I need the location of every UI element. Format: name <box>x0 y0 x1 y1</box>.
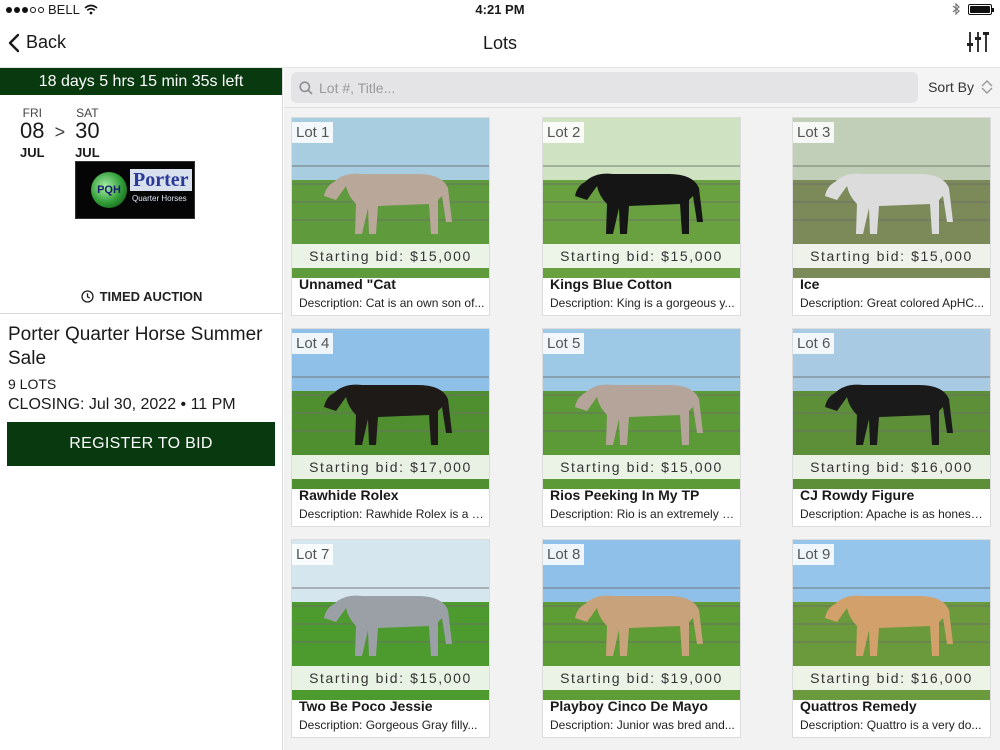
auction-type-label: TIMED AUCTION <box>99 289 203 304</box>
closing-time: CLOSING: Jul 30, 2022 • 11 PM <box>8 396 236 413</box>
starting-bid: Starting bid: $15,000 <box>292 244 489 268</box>
starting-bid: Starting bid: $16,000 <box>793 455 990 479</box>
sort-arrows-icon <box>981 80 993 94</box>
lot-title: Unnamed "Cat <box>299 276 396 292</box>
lot-number: Lot 1 <box>292 122 334 143</box>
lot-card[interactable]: Lot 3 Starting bid: $15,000 Ice Description… <box>792 117 991 316</box>
date-separator: > <box>54 122 66 142</box>
starting-bid: Starting bid: $15,000 <box>793 244 990 268</box>
lot-description: Description: Gorgeous Gray filly... <box>299 718 478 732</box>
lot-card[interactable]: Lot 6 Starting bid: $16,000 CJ Rowdy Figur… <box>792 328 991 527</box>
nav-bar: Back Lots <box>0 20 1000 68</box>
start-date: FRI 08 JUL <box>20 106 45 160</box>
battery-icon <box>968 3 994 15</box>
sort-by-button[interactable]: Sort By <box>928 79 994 95</box>
lot-description: Description: Rawhide Rolex is a s... <box>299 507 485 521</box>
lot-number: Lot 8 <box>543 544 585 565</box>
clock-icon <box>80 290 94 303</box>
search-input[interactable] <box>319 79 879 96</box>
start-month: JUL <box>20 145 45 160</box>
logo-wordmark: Porter <box>130 169 192 191</box>
lot-title: Ice <box>800 276 820 292</box>
sort-by-label: Sort By <box>928 79 974 95</box>
lot-title: Quattros Remedy <box>800 698 917 714</box>
search-icon <box>299 80 313 95</box>
seller-logo: PQH Porter Quarter Horses <box>75 161 195 219</box>
lot-card[interactable]: Lot 4 Starting bid: $17,000 Rawhide Rolex D… <box>291 328 490 527</box>
lot-description: Description: Cat is an own son of... <box>299 296 485 310</box>
lot-description: Description: Quattro is a very do... <box>800 718 982 732</box>
lots-panel: Sort By Lot 1 Starting bid: $15,000 Unname… <box>284 68 1000 750</box>
end-month: JUL <box>75 145 100 160</box>
lot-description: Description: Junior was bred and... <box>550 718 735 732</box>
starting-bid: Starting bid: $15,000 <box>543 244 740 268</box>
starting-bid: Starting bid: $17,000 <box>292 455 489 479</box>
auction-type: TIMED AUCTION <box>0 289 283 304</box>
search-bar: Sort By <box>284 68 1000 108</box>
lot-title: Playboy Cinco De Mayo <box>550 698 708 714</box>
lot-description: Description: King is a gorgeous y... <box>550 296 735 310</box>
lot-number: Lot 4 <box>292 333 334 354</box>
search-field[interactable] <box>291 72 918 103</box>
lot-card[interactable]: Lot 7 Starting bid: $15,000 Two Be Poco Je… <box>291 539 490 738</box>
auction-info-panel: 18 days 5 hrs 15 min 35s left FRI 08 JUL… <box>0 68 283 750</box>
page-title: Lots <box>482 33 518 53</box>
filter-sliders-icon[interactable] <box>966 28 992 54</box>
end-date: SAT 30 JUL <box>75 106 100 160</box>
lot-description: Description: Great colored ApHC... <box>800 296 985 310</box>
starting-bid: Starting bid: $16,000 <box>793 666 990 690</box>
logo-badge: PQH <box>91 172 127 208</box>
register-to-bid-button[interactable]: REGISTER TO BID <box>7 422 275 466</box>
clock: 4:21 PM <box>475 2 525 17</box>
lot-number: Lot 6 <box>793 333 835 354</box>
status-right <box>952 3 994 15</box>
end-day: 30 <box>75 118 100 143</box>
lot-number: Lot 5 <box>543 333 585 354</box>
lots-count: 9 LOTS <box>8 376 57 392</box>
start-day: 08 <box>20 118 45 143</box>
lot-number: Lot 7 <box>292 544 334 565</box>
bluetooth-icon <box>952 3 960 15</box>
lot-number: Lot 3 <box>793 122 835 143</box>
divider <box>0 313 283 314</box>
lot-card[interactable]: Lot 1 Starting bid: $15,000 Unnamed "Cat De… <box>291 117 490 316</box>
lot-number: Lot 9 <box>793 544 835 565</box>
starting-bid: Starting bid: $15,000 <box>543 455 740 479</box>
logo-subtitle: Quarter Horses <box>132 194 187 203</box>
lot-card[interactable]: Lot 9 Starting bid: $16,000 Quattros Remed… <box>792 539 991 738</box>
lot-description: Description: Apache is as honest,... <box>800 507 986 521</box>
lot-card[interactable]: Lot 2 Starting bid: $15,000 Kings Blue Cot… <box>542 117 741 316</box>
lot-title: Two Be Poco Jessie <box>299 698 433 714</box>
starting-bid: Starting bid: $15,000 <box>292 666 489 690</box>
lot-number: Lot 2 <box>543 122 585 143</box>
lot-card[interactable]: Lot 5 Starting bid: $15,000 Rios Peeking I… <box>542 328 741 527</box>
status-bar: BELL 4:21 PM <box>0 0 1000 20</box>
lot-description: Description: Rio is an extremely a... <box>550 507 736 521</box>
lot-card[interactable]: Lot 8 Starting bid: $19,000 Playboy Cinco … <box>542 539 741 738</box>
lot-title: Rios Peeking In My TP <box>550 487 700 503</box>
lot-title: Rawhide Rolex <box>299 487 399 503</box>
lot-title: Kings Blue Cotton <box>550 276 673 292</box>
sale-title: Porter Quarter Horse Summer Sale <box>8 324 263 369</box>
countdown-timer: 18 days 5 hrs 15 min 35s left <box>0 68 282 95</box>
starting-bid: Starting bid: $19,000 <box>543 666 740 690</box>
lot-title: CJ Rowdy Figure <box>800 487 915 503</box>
auction-dates: FRI 08 JUL > SAT 30 JUL <box>20 106 100 160</box>
